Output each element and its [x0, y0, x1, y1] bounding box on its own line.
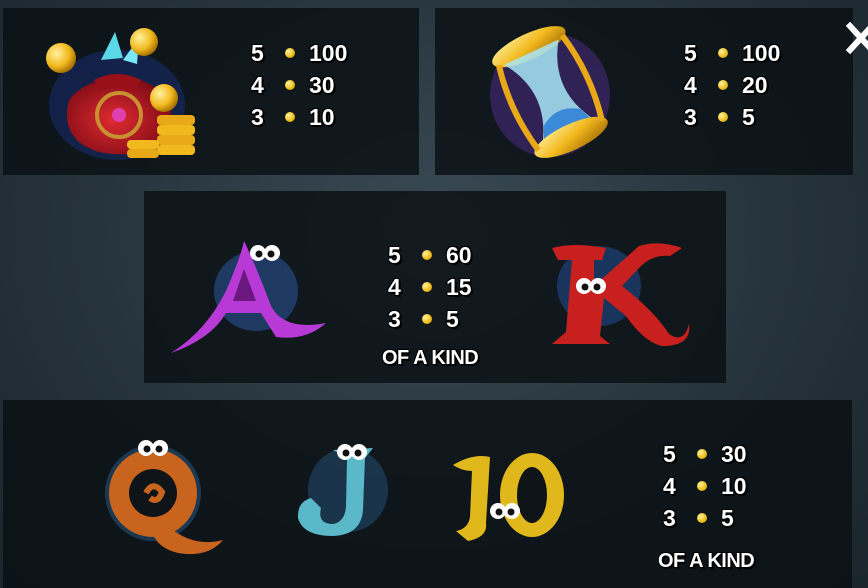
- symbol-count: 3: [684, 103, 697, 130]
- payout-row: 4 20: [684, 69, 780, 101]
- payout-row: 5 60: [388, 239, 472, 271]
- payout-value: 5: [446, 305, 459, 332]
- payout-row: 35: [663, 502, 747, 534]
- paytable-values: 5 30 4 10 35: [663, 438, 747, 534]
- payout-row: 4 10: [663, 470, 747, 502]
- symbol-count: 5: [251, 39, 264, 66]
- coin-icon: [285, 112, 295, 122]
- symbol-count: 4: [251, 71, 264, 98]
- coin-icon: [697, 481, 707, 491]
- payout-row: 5 100: [251, 37, 347, 69]
- payout-value: 5: [742, 103, 755, 130]
- of-a-kind-caption: OF A KIND: [658, 550, 755, 572]
- symbol-count: 5: [663, 440, 676, 467]
- paytable-values: 5 100 4 20 35: [684, 37, 780, 133]
- close-icon[interactable]: [846, 20, 868, 58]
- paytable-panel-bag: 5 100 4 30 3 10: [3, 8, 419, 175]
- paytable-values: 5 60 4 15 35: [388, 239, 472, 335]
- coin-icon: [422, 282, 432, 292]
- hourglass-icon: [490, 26, 610, 158]
- treasure-bag-icon: [46, 28, 195, 160]
- payout-row: 35: [684, 101, 780, 133]
- payout-value: 15: [446, 273, 472, 300]
- payout-value: 100: [742, 39, 781, 66]
- of-a-kind-caption: OF A KIND: [382, 347, 479, 369]
- paytable-values: 5 100 4 30 3 10: [251, 37, 347, 133]
- payout-value: 30: [721, 440, 747, 467]
- number-10-icon: [453, 453, 564, 541]
- paytable-panel-q-j-10: 5 30 4 10 35 OF A KIND: [3, 400, 852, 588]
- payout-value: 20: [742, 71, 768, 98]
- letter-q-icon: [105, 440, 223, 555]
- payout-value: 10: [309, 103, 335, 130]
- payout-row: 5 30: [663, 438, 747, 470]
- symbol-count: 3: [388, 305, 401, 332]
- letter-a-icon: [171, 241, 326, 353]
- payout-row: 3 10: [251, 101, 347, 133]
- payout-value: 100: [309, 39, 348, 66]
- payout-row: 35: [388, 303, 472, 335]
- letter-j-icon: [297, 444, 388, 536]
- payout-value: 10: [721, 472, 747, 499]
- symbol-count: 5: [388, 241, 401, 268]
- symbol-count: 3: [663, 504, 676, 531]
- payout-row: 4 15: [388, 271, 472, 303]
- symbol-count: 4: [388, 273, 401, 300]
- payout-value: 60: [446, 241, 472, 268]
- payout-value: 5: [721, 504, 734, 531]
- paytable-panel-a-k: 5 60 4 15 35 OF A KIND: [144, 191, 726, 383]
- payout-row: 4 30: [251, 69, 347, 101]
- letter-k-icon: [552, 243, 690, 346]
- coin-icon: [718, 48, 728, 58]
- payout-row: 5 100: [684, 37, 780, 69]
- coin-icon: [697, 449, 707, 459]
- coin-icon: [422, 314, 432, 324]
- symbol-count: 4: [663, 472, 676, 499]
- coin-icon: [285, 80, 295, 90]
- symbol-count: 4: [684, 71, 697, 98]
- coin-icon: [718, 112, 728, 122]
- coin-icon: [285, 48, 295, 58]
- payout-value: 30: [309, 71, 335, 98]
- coin-icon: [422, 250, 432, 260]
- coin-icon: [697, 513, 707, 523]
- coin-icon: [718, 80, 728, 90]
- paytable-panel-hourglass: 5 100 4 20 35: [435, 8, 853, 175]
- symbol-count: 5: [684, 39, 697, 66]
- symbol-count: 3: [251, 103, 264, 130]
